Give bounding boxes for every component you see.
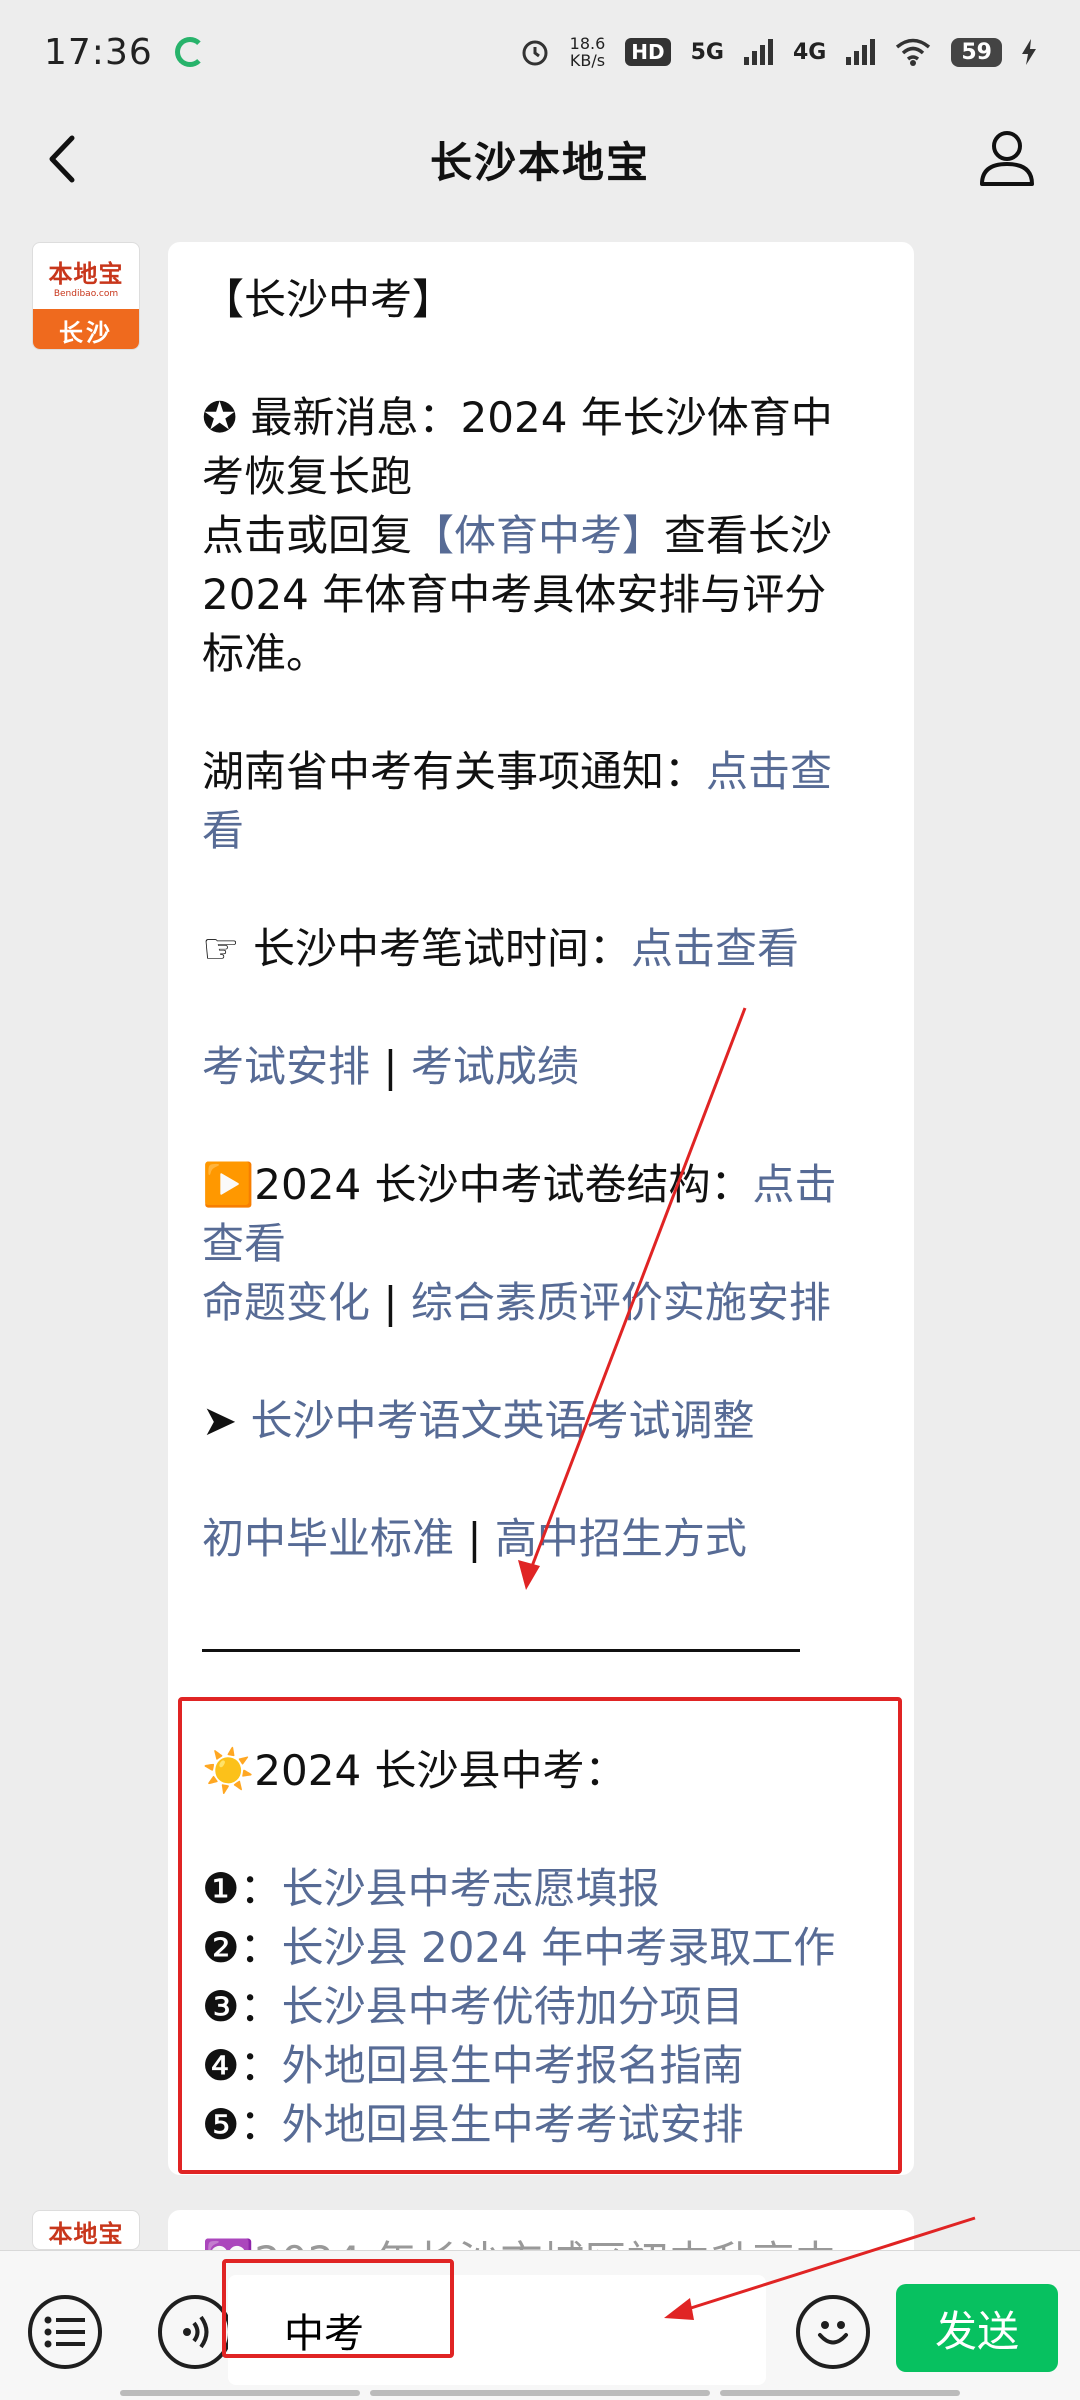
avatar-logo-text: 本地宝 [48, 259, 124, 288]
home-indicator [720, 2390, 960, 2396]
hd-badge: HD [625, 38, 671, 66]
notice-label: 湖南省中考有关事项通知： [202, 747, 707, 796]
network-4g-label: 4G [793, 39, 827, 65]
grad-standard-link[interactable]: 初中毕业标准 [202, 1514, 454, 1563]
nav-bar: 长沙本地宝 [0, 104, 1080, 214]
notice-line: 湖南省中考有关事项通知：点击查 [202, 742, 832, 801]
notice-link[interactable]: 点击查 [706, 747, 832, 796]
exam-time-link[interactable]: 点击查看 [631, 924, 799, 973]
speed-unit: KB/s [569, 51, 606, 70]
avatar-logo: 本地宝 Bendibao.com [33, 243, 139, 309]
structure-label: ▶️2024 长沙中考试卷结构： [202, 1160, 753, 1209]
topic-change-link[interactable]: 命题变化 [202, 1278, 370, 1327]
status-indicators: 18.6 KB/s HD 5G 4G 59 [520, 35, 1036, 69]
network-speed: 18.6 KB/s [570, 35, 606, 69]
battery-indicator: 59 [951, 37, 1002, 67]
reply-prefix: 点击或回复 [202, 511, 413, 560]
structure-line: ▶️2024 长沙中考试卷结构：点击 [202, 1155, 837, 1214]
avatar[interactable]: 本地宝 Bendibao.com 长沙 [32, 242, 140, 350]
language-adjust-link[interactable]: 长沙中考语文英语考试调整 [251, 1396, 755, 1445]
notice-link-continued[interactable]: 看 [202, 801, 244, 860]
avatar-logo: 本地宝 [33, 2211, 139, 2249]
exam-time-label: ☞ 长沙中考笔试时间： [202, 924, 632, 973]
structure-link[interactable]: 点击 [753, 1160, 837, 1209]
reply-suffix: 查看长沙 [664, 511, 833, 560]
exam-arrange-link[interactable]: 考试安排 [202, 1042, 370, 1091]
status-bar: 17:36 18.6 KB/s HD 5G 4G 59 [0, 0, 1080, 104]
message-heading: 【长沙中考】 [202, 275, 455, 324]
topic-links-line: 命题变化 | 综合素质评价实施安排 [202, 1273, 831, 1332]
news-line-2: 考恢复长跑 [202, 452, 413, 501]
alarm-icon [522, 40, 548, 66]
reply-line-1: 点击或回复【体育中考】查看长沙 [202, 506, 832, 565]
annotation-highlight-box [178, 1697, 902, 2174]
chevron-left-icon[interactable] [40, 132, 90, 186]
exam-links-line: 考试安排 | 考试成绩 [202, 1037, 579, 1096]
reply-line-2: 2024 年体育中考具体安排与评分 [202, 570, 827, 619]
news-line-1: ✪ 最新消息：2024 年长沙体育中 [202, 393, 833, 442]
adjust-arrow: ➤ [202, 1396, 251, 1445]
person-icon[interactable] [974, 124, 1040, 190]
divider [202, 1649, 800, 1652]
avatar[interactable]: 本地宝 [32, 2210, 140, 2250]
avatar-city: 长沙 [33, 309, 139, 349]
home-indicator [120, 2390, 360, 2396]
separator: | [467, 1514, 482, 1563]
app-notification-icon [174, 37, 205, 67]
admission-link[interactable]: 高中招生方式 [495, 1514, 747, 1563]
charging-icon [1022, 39, 1036, 65]
signal-icon-2 [846, 39, 876, 65]
structure-link-continued[interactable]: 查看 [202, 1214, 286, 1273]
status-time: 17:36 [44, 31, 153, 73]
page-title: 长沙本地宝 [429, 137, 650, 187]
grad-links-line: 初中毕业标准 | 高中招生方式 [202, 1509, 747, 1568]
signal-icon [744, 39, 773, 65]
avatar-logo-text: 本地宝 [48, 2219, 124, 2248]
separator: | [383, 1278, 398, 1327]
exam-score-link[interactable]: 考试成绩 [411, 1042, 579, 1091]
quality-eval-link[interactable]: 综合素质评价实施安排 [411, 1278, 831, 1327]
adjust-line: ➤ 长沙中考语文英语考试调整 [202, 1391, 755, 1450]
sports-exam-link[interactable]: 【体育中考】 [412, 511, 664, 560]
list-menu-icon[interactable] [28, 2295, 102, 2369]
voice-icon[interactable] [158, 2295, 232, 2369]
avatar-logo-sub: Bendibao.com [53, 288, 119, 299]
emoji-icon[interactable] [796, 2295, 870, 2369]
reply-line-3: 标准。 [202, 629, 329, 678]
annotation-input-highlight [222, 2259, 454, 2358]
separator: | [383, 1042, 398, 1091]
network-5g-label: 5G [690, 39, 724, 65]
wifi-icon [896, 38, 931, 66]
exam-time-line: ☞ 长沙中考笔试时间：点击查看 [202, 919, 799, 978]
home-indicator [370, 2390, 710, 2396]
send-button[interactable]: 发送 [896, 2284, 1058, 2372]
